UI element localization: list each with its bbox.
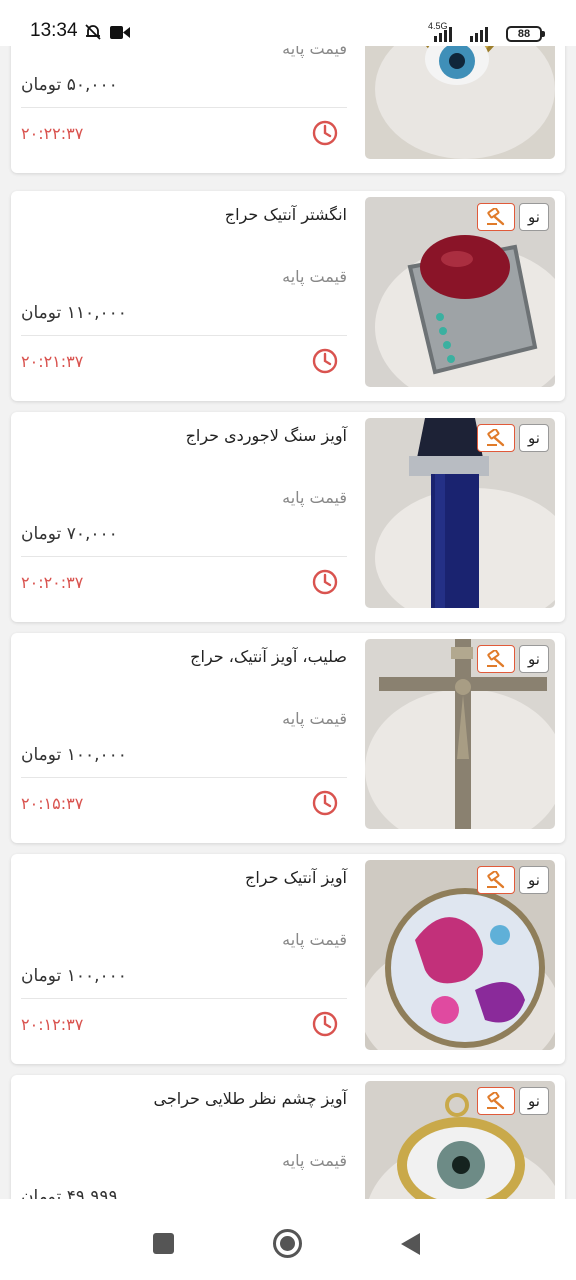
countdown-timer: ۲۰:۲۰:۳۷ — [21, 573, 84, 592]
new-badge: نو — [519, 866, 549, 894]
home-button[interactable] — [272, 1228, 303, 1259]
countdown-timer: ۲۰:۲۲:۳۷ — [21, 124, 84, 143]
price: ۵۰,۰۰۰ تومان — [21, 75, 118, 95]
auction-badge — [477, 1087, 515, 1115]
price: ۷۰,۰۰۰ تومان — [21, 524, 118, 544]
product-title[interactable]: انگشتر آنتیک حراج — [225, 205, 347, 224]
product-card[interactable]: نو آویز سنگ لاجوردی حراج قیمت پایه ۷۰,۰۰… — [11, 412, 565, 622]
product-card[interactable]: نو انگشتر آنتیک حراج قیمت پایه ۱۱۰,۰۰۰ ت… — [11, 191, 565, 401]
auction-hammer-icon — [487, 871, 505, 889]
price: ۴۹,۹۹۹ تومان — [21, 1187, 118, 1199]
signal-icon — [434, 27, 488, 42]
product-title[interactable]: آویز چشم نظر طلایی حراجی — [154, 1089, 347, 1108]
clock-icon — [312, 790, 338, 816]
product-card[interactable]: نو آویز چشم نظر طلایی حراجی قیمت پایه ۴۹… — [11, 1075, 565, 1199]
clock-icon — [312, 348, 338, 374]
navigation-bar — [0, 1199, 576, 1280]
new-badge: نو — [519, 645, 549, 673]
product-image[interactable]: نو — [365, 197, 555, 387]
divider — [21, 777, 347, 778]
auction-hammer-icon — [487, 208, 505, 226]
divider — [21, 107, 347, 108]
base-price-label: قیمت پایه — [282, 488, 347, 507]
auction-badge — [477, 866, 515, 894]
clock-icon — [312, 1011, 338, 1037]
base-price-label: قیمت پایه — [282, 709, 347, 728]
base-price-label: قیمت پایه — [282, 267, 347, 286]
product-image[interactable]: نو — [365, 860, 555, 1050]
auction-badge — [477, 645, 515, 673]
video-icon — [110, 26, 130, 39]
product-title[interactable]: صلیب، آویز آنتیک، حراج — [190, 647, 347, 666]
battery-tip — [542, 31, 545, 37]
auction-badge — [477, 424, 515, 452]
divider — [21, 335, 347, 336]
product-title[interactable]: آویز آنتیک حراج — [245, 868, 347, 887]
countdown-timer: ۲۰:۲۱:۳۷ — [21, 352, 84, 371]
clock-icon — [312, 569, 338, 595]
price: ۱۰۰,۰۰۰ تومان — [21, 745, 127, 765]
app-screen: قیمت پایه ۵۰,۰۰۰ تومان ۲۰:۲۲:۳۷ نو انگشت… — [0, 0, 576, 1280]
price: ۱۱۰,۰۰۰ تومان — [21, 303, 127, 323]
new-badge: نو — [519, 424, 549, 452]
product-title[interactable]: آویز سنگ لاجوردی حراج — [186, 426, 347, 445]
divider — [21, 998, 347, 999]
countdown-timer: ۲۰:۱۲:۳۷ — [21, 1015, 84, 1034]
status-time: 13:34 — [30, 20, 78, 41]
product-card[interactable]: نو آویز آنتیک حراج قیمت پایه ۱۰۰,۰۰۰ توم… — [11, 854, 565, 1064]
auction-badge — [477, 203, 515, 231]
product-image[interactable]: نو — [365, 418, 555, 608]
recent-apps-button[interactable] — [153, 1233, 174, 1254]
auction-hammer-icon — [487, 650, 505, 668]
product-list[interactable]: قیمت پایه ۵۰,۰۰۰ تومان ۲۰:۲۲:۳۷ نو انگشت… — [0, 0, 576, 1199]
clock-icon — [312, 120, 338, 146]
new-badge: نو — [519, 203, 549, 231]
product-image[interactable]: نو — [365, 1081, 555, 1199]
price: ۱۰۰,۰۰۰ تومان — [21, 966, 127, 986]
back-button[interactable] — [398, 1231, 424, 1257]
battery-icon: 88 — [506, 26, 542, 42]
base-price-label: قیمت پایه — [282, 1151, 347, 1170]
divider — [21, 556, 347, 557]
mute-icon — [85, 24, 101, 40]
auction-hammer-icon — [487, 429, 505, 447]
auction-hammer-icon — [487, 1092, 505, 1110]
new-badge: نو — [519, 1087, 549, 1115]
product-card[interactable]: نو صلیب، آویز آنتیک، حراج قیمت پایه ۱۰۰,… — [11, 633, 565, 843]
status-bar: 13:34 4.5G 88 — [0, 0, 576, 46]
product-image[interactable]: نو — [365, 639, 555, 829]
countdown-timer: ۲۰:۱۵:۳۷ — [21, 794, 84, 813]
base-price-label: قیمت پایه — [282, 930, 347, 949]
